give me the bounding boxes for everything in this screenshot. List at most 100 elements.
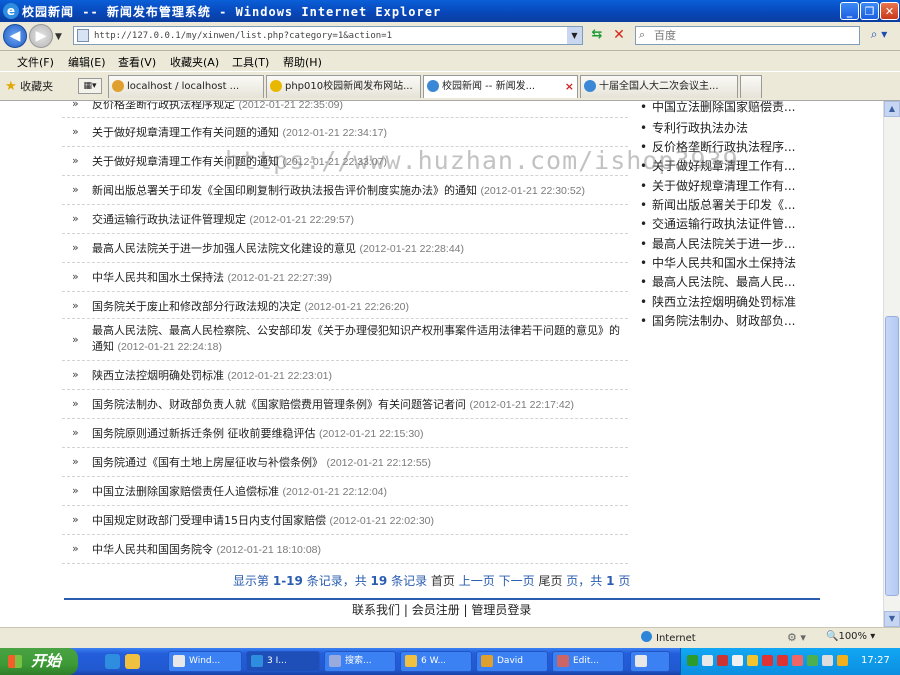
favorites-button[interactable]: ★ 收藏夹 xyxy=(5,78,53,94)
folder-quicklaunch-icon[interactable] xyxy=(125,654,140,669)
list-item[interactable]: » 国务院通过《国有土地上房屋征收与补偿条例》 (2012-01-21 22:12… xyxy=(62,448,628,477)
tray-icon[interactable] xyxy=(807,655,818,666)
list-item[interactable]: » 新闻出版总署关于印发《全国印刷复制行政执法报告评价制度实施办法》的通知 (20… xyxy=(62,176,628,205)
ie-quicklaunch-icon[interactable] xyxy=(105,654,120,669)
quick-tabs-icon[interactable]: ▦▾ xyxy=(78,78,102,94)
sidebar-item[interactable]: • 最高人民法院、最高人民... xyxy=(640,273,820,290)
pager-next-link[interactable]: 下一页 xyxy=(499,574,535,588)
article-title[interactable]: 反价格垄断行政执法程序规定 xyxy=(92,101,235,111)
sidebar-item[interactable]: • 交通运输行政执法证件管... xyxy=(640,215,820,232)
article-title[interactable]: 国务院原则通过新拆迁条例 征收前要维稳评估 xyxy=(92,427,316,440)
sidebar-item-label[interactable]: 交通运输行政执法证件管... xyxy=(652,217,795,231)
search-input[interactable] xyxy=(654,29,849,42)
article-title[interactable]: 关于做好规章清理工作有关问题的通知 xyxy=(92,126,279,139)
article-title[interactable]: 国务院通过《国有土地上房屋征收与补偿条例》 xyxy=(92,456,323,469)
register-link[interactable]: 会员注册 xyxy=(412,603,460,617)
article-title[interactable]: 中国规定财政部门受理申请15日内支付国家赔偿 xyxy=(92,514,326,527)
sidebar-item-label[interactable]: 新闻出版总署关于印发《... xyxy=(652,198,795,212)
sidebar-item-label[interactable]: 中华人民共和国水土保持法 xyxy=(652,256,796,270)
sidebar-item-label[interactable]: 国务院法制办、财政部负... xyxy=(652,314,795,328)
list-item[interactable]: » 国务院法制办、财政部负责人就《国家赔偿费用管理条例》有关问题答记者问 (201… xyxy=(62,390,628,419)
history-dropdown-icon[interactable]: ▼ xyxy=(55,32,62,42)
tray-icon[interactable] xyxy=(762,655,773,666)
sidebar-item[interactable]: • 新闻出版总署关于印发《... xyxy=(640,196,820,213)
menu-edit[interactable]: 编辑(E) xyxy=(68,54,106,70)
back-button[interactable]: ◀ xyxy=(3,24,27,48)
tab-npc-session[interactable]: 十届全国人大二次会议主... xyxy=(580,75,738,98)
minimize-button[interactable]: _ xyxy=(840,2,859,20)
window-titlebar[interactable]: e 校园新闻 -- 新闻发布管理系统 - Windows Internet Ex… xyxy=(0,0,900,22)
taskbar-item[interactable] xyxy=(630,651,670,672)
article-title[interactable]: 陕西立法控烟明确处罚标准 xyxy=(92,369,224,382)
list-item[interactable]: » 关于做好规章清理工作有关问题的通知 (2012-01-21 22:34:17) xyxy=(62,118,628,147)
admin-login-link[interactable]: 管理员登录 xyxy=(471,603,531,617)
sidebar-item[interactable]: • 陕西立法控烟明确处罚标准 xyxy=(640,293,820,310)
article-title[interactable]: 国务院关于废止和修改部分行政法规的决定 xyxy=(92,300,301,313)
tray-icon[interactable] xyxy=(777,655,788,666)
search-go-button[interactable]: ⌕ ▾ xyxy=(864,27,894,45)
address-dropdown-icon[interactable]: ▼ xyxy=(567,27,582,44)
sidebar-item-label[interactable]: 最高人民法院、最高人民... xyxy=(652,275,795,289)
new-tab-button[interactable] xyxy=(740,75,762,98)
sidebar-item[interactable]: • 专利行政执法办法 xyxy=(640,119,820,136)
tray-icon[interactable] xyxy=(702,655,713,666)
article-title[interactable]: 中华人民共和国水土保持法 xyxy=(92,271,224,284)
sidebar-item-label[interactable]: 关于做好规章清理工作有... xyxy=(652,179,795,193)
article-title[interactable]: 最高人民法院关于进一步加强人民法院文化建设的意见 xyxy=(92,242,356,255)
list-item[interactable]: » 中华人民共和国水土保持法 (2012-01-21 22:27:39) xyxy=(62,263,628,292)
list-item[interactable]: » 国务院原则通过新拆迁条例 征收前要维稳评估 (2012-01-21 22:15… xyxy=(62,419,628,448)
taskbar-item[interactable]: 搜索... xyxy=(324,651,396,672)
zoom-level[interactable]: 🔍100% ▾ xyxy=(826,631,875,642)
tray-icon[interactable] xyxy=(792,655,803,666)
sidebar-item-label[interactable]: 中国立法删除国家赔偿责... xyxy=(652,101,795,114)
list-item[interactable]: » 中国规定财政部门受理申请15日内支付国家赔偿 (2012-01-21 22:0… xyxy=(62,506,628,535)
list-item[interactable]: » 国务院关于废止和修改部分行政法规的决定 (2012-01-21 22:26:2… xyxy=(62,292,628,319)
sidebar-item[interactable]: • 最高人民法院关于进一步... xyxy=(640,235,820,252)
tray-icon[interactable] xyxy=(747,655,758,666)
contact-link[interactable]: 联系我们 xyxy=(352,603,400,617)
vertical-scrollbar[interactable]: ▲ ▼ xyxy=(883,101,900,627)
scroll-down-icon[interactable]: ▼ xyxy=(884,611,900,627)
protected-mode-icon[interactable]: ⚙ ▾ xyxy=(787,631,806,644)
sidebar-item-label[interactable]: 最高人民法院关于进一步... xyxy=(652,237,795,251)
taskbar-item[interactable]: David xyxy=(476,651,548,672)
pager-last-link[interactable]: 尾页 xyxy=(538,574,562,588)
article-title[interactable]: 国务院法制办、财政部负责人就《国家赔偿费用管理条例》有关问题答记者问 xyxy=(92,398,466,411)
sidebar-item[interactable]: • 中国立法删除国家赔偿责... xyxy=(640,101,820,115)
menu-tools[interactable]: 工具(T) xyxy=(232,54,269,70)
tray-icon[interactable] xyxy=(822,655,833,666)
taskbar-item[interactable]: 3 I... xyxy=(246,651,320,672)
menu-view[interactable]: 查看(V) xyxy=(118,54,156,70)
sidebar-item[interactable]: • 中华人民共和国水土保持法 xyxy=(640,254,820,271)
menu-favorites[interactable]: 收藏夹(A) xyxy=(170,54,219,70)
taskbar-item[interactable]: 6 W... xyxy=(400,651,472,672)
scroll-thumb[interactable] xyxy=(885,316,899,596)
article-title[interactable]: 中国立法删除国家赔偿责任人追偿标准 xyxy=(92,485,279,498)
tray-icon[interactable] xyxy=(687,655,698,666)
url-input[interactable] xyxy=(94,28,564,43)
sidebar-item[interactable]: • 关于做好规章清理工作有... xyxy=(640,177,820,194)
list-item[interactable]: » 交通运输行政执法证件管理规定 (2012-01-21 22:29:57) xyxy=(62,205,628,234)
list-item[interactable]: » 最高人民法院关于进一步加强人民法院文化建设的意见 (2012-01-21 22… xyxy=(62,234,628,263)
tray-icon[interactable] xyxy=(717,655,728,666)
list-item[interactable]: » 反价格垄断行政执法程序规定 (2012-01-21 22:35:09) xyxy=(62,101,628,118)
pager-prev-link[interactable]: 上一页 xyxy=(459,574,495,588)
close-button[interactable]: ✕ xyxy=(880,2,899,20)
scroll-up-icon[interactable]: ▲ xyxy=(884,101,900,117)
tab-close-icon[interactable]: × xyxy=(565,76,574,97)
shield-icon[interactable] xyxy=(837,655,848,666)
sidebar-item-label[interactable]: 陕西立法控烟明确处罚标准 xyxy=(652,295,796,309)
list-item[interactable]: » 陕西立法控烟明确处罚标准 (2012-01-21 22:23:01) xyxy=(62,361,628,390)
stop-icon[interactable]: ✕ xyxy=(610,27,628,45)
refresh-icon[interactable]: ⇆ xyxy=(588,27,606,45)
forward-button[interactable]: ▶ xyxy=(29,24,53,48)
tab-campus-news[interactable]: 校园新闻 -- 新闻发... × xyxy=(423,75,578,98)
tray-icon[interactable] xyxy=(732,655,743,666)
menu-help[interactable]: 帮助(H) xyxy=(283,54,322,70)
list-item[interactable]: » 中华人民共和国国务院令 (2012-01-21 18:10:08) xyxy=(62,535,628,564)
article-title[interactable]: 中华人民共和国国务院令 xyxy=(92,543,213,556)
list-item[interactable]: » 中国立法删除国家赔偿责任人追偿标准 (2012-01-21 22:12:04) xyxy=(62,477,628,506)
start-button[interactable]: 开始 xyxy=(0,648,78,675)
tab-localhost[interactable]: localhost / localhost ... xyxy=(108,75,264,98)
tab-php010[interactable]: php010校园新闻发布网站... xyxy=(266,75,421,98)
